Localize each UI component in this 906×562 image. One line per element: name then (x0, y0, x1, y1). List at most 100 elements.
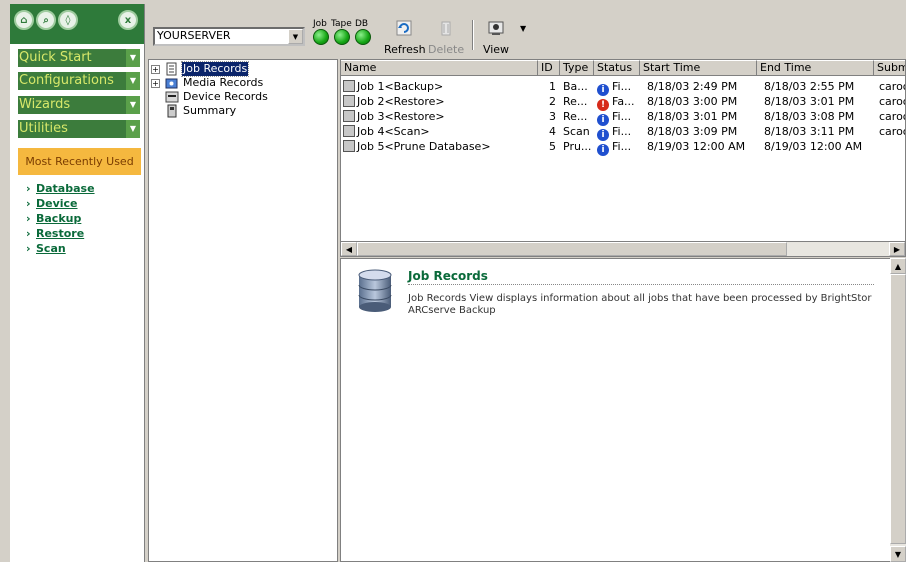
expand-icon[interactable]: + (151, 65, 160, 74)
mru-link-restore[interactable]: › Restore (26, 227, 84, 240)
cell-id: 5 (549, 140, 556, 153)
job-led-label: Job (313, 19, 327, 29)
expand-arrow-icon[interactable]: ▼ (126, 49, 140, 67)
chevron-right-icon: › (26, 182, 31, 195)
nav-section-utilities[interactable]: Utilities ▼ (18, 120, 140, 138)
column-header-name[interactable]: Name (341, 60, 538, 76)
cell-status: i Fi... (597, 138, 641, 156)
column-header-id[interactable]: ID (538, 60, 560, 76)
horizontal-scroll-thumb[interactable] (357, 242, 787, 256)
column-header-end-time[interactable]: End Time (757, 60, 874, 76)
toolbar-separator (472, 20, 474, 50)
navbar-header: ⌂ ⌕ ◊ x (10, 4, 144, 44)
most-recently-used-header: Most Recently Used (18, 148, 141, 175)
server-select-value: YOURSERVER (157, 29, 231, 42)
vertical-scrollbar[interactable]: ▲ ▼ (890, 258, 906, 562)
vertical-scroll-thumb[interactable] (890, 274, 906, 544)
cell-status-text: Fi... (612, 125, 632, 138)
horizontal-scrollbar[interactable]: ◀ ▶ (340, 241, 906, 257)
detail-panel: Job Records Job Records View displays in… (340, 258, 906, 562)
nav-section-label: Quick Start (19, 50, 92, 65)
mru-link-label: Database (36, 182, 95, 195)
close-nav-button[interactable]: x (118, 10, 138, 30)
close-icon: x (124, 14, 132, 26)
column-header-status[interactable]: Status (594, 60, 640, 76)
search-icon[interactable]: ⌕ (36, 10, 56, 30)
detail-divider (408, 284, 874, 285)
server-select[interactable]: YOURSERVER ▼ (153, 27, 305, 46)
detail-title: Job Records (408, 269, 488, 283)
chevron-right-icon: › (26, 197, 31, 210)
tree-item-media-records[interactable]: + Media Records (149, 76, 337, 90)
nav-section-quick-start[interactable]: Quick Start ▼ (18, 49, 140, 67)
cell-status-text: Fi... (612, 140, 632, 153)
cell-name: Job 5<Prune Database> (343, 138, 535, 155)
job-icon (343, 95, 355, 107)
expand-arrow-icon[interactable]: ▼ (126, 96, 140, 114)
job-records-icon (166, 62, 177, 76)
table-row[interactable]: Job 5<Prune Database> 5 Pru... i Fi... 8/19/0… (341, 138, 905, 156)
scroll-up-icon[interactable]: ▲ (890, 258, 906, 274)
cell-end-time: 8/19/03 12:00 AM (764, 140, 863, 153)
expand-icon[interactable]: + (151, 79, 160, 88)
tape-led-label: Tape (331, 19, 352, 29)
summary-icon (167, 104, 177, 118)
view-icon (488, 21, 504, 35)
job-icon (343, 110, 355, 122)
scroll-left-icon[interactable]: ◀ (341, 242, 357, 256)
mru-link-label: Scan (36, 242, 66, 255)
cell-status-text: Fi... (612, 80, 632, 93)
cell-start-time: 8/19/03 12:00 AM (647, 140, 746, 153)
column-header-submit[interactable]: Submit (874, 60, 905, 76)
tree-item-job-records[interactable]: + Job Records (149, 61, 337, 77)
view-label: View (482, 43, 510, 56)
media-records-icon (165, 78, 178, 89)
view-button[interactable]: View (480, 20, 512, 56)
column-header-start-time[interactable]: Start Time (640, 60, 757, 76)
job-list: Name ID Type Status Start Time End Time … (340, 59, 906, 256)
cell-name-text: Job 1<Backup> (357, 80, 444, 93)
tree-item-summary[interactable]: Summary (149, 104, 337, 118)
column-header-type[interactable]: Type (560, 60, 594, 76)
expand-arrow-icon[interactable]: ▼ (126, 72, 140, 90)
delete-button[interactable]: Delete (428, 20, 464, 56)
tree-item-label: Summary (183, 104, 237, 117)
nav-section-configurations[interactable]: Configurations ▼ (18, 72, 140, 90)
mru-link-scan[interactable]: › Scan (26, 242, 66, 255)
mru-link-device[interactable]: › Device (26, 197, 78, 210)
db-status-led[interactable] (355, 29, 371, 45)
tape-status-led[interactable] (334, 29, 350, 45)
cell-name-text: Job 4<Scan> (357, 125, 430, 138)
mru-link-label: Restore (36, 227, 85, 240)
detail-description: Job Records View displays information ab… (408, 293, 872, 316)
tree-item-label: Media Records (183, 76, 264, 89)
chevron-right-icon: › (26, 242, 31, 255)
delete-label: Delete (428, 43, 465, 56)
view-dropdown-icon[interactable]: ▼ (520, 24, 526, 33)
tree-item-device-records[interactable]: Device Records (149, 90, 337, 104)
db-led-label: DB (355, 19, 369, 29)
scroll-right-icon[interactable]: ▶ (889, 242, 905, 256)
pin-icon[interactable]: ◊ (58, 10, 78, 30)
scroll-down-icon[interactable]: ▼ (890, 546, 906, 562)
cell-status-text: Fi... (612, 110, 632, 123)
mru-link-backup[interactable]: › Backup (26, 212, 81, 225)
refresh-icon (396, 20, 412, 36)
mru-title: Most Recently Used (25, 155, 134, 168)
nav-section-wizards[interactable]: Wizards ▼ (18, 96, 140, 114)
device-records-icon (165, 91, 179, 103)
chevron-down-icon[interactable]: ▼ (288, 29, 303, 44)
delete-icon (441, 21, 451, 36)
records-tree: + Job Records + Media Records Device Rec… (148, 59, 338, 562)
cell-name-text: Job 3<Restore> (357, 110, 445, 123)
home-icon[interactable]: ⌂ (14, 10, 34, 30)
job-icon (343, 125, 355, 137)
mru-link-database[interactable]: › Database (26, 182, 95, 195)
refresh-button[interactable]: Refresh (384, 20, 426, 56)
nav-section-label: Wizards (19, 97, 71, 112)
tree-item-label: Device Records (183, 90, 268, 103)
expand-arrow-icon[interactable]: ▼ (126, 120, 140, 138)
database-icon (358, 269, 392, 312)
nav-section-label: Configurations (19, 73, 114, 88)
job-status-led[interactable] (313, 29, 329, 45)
